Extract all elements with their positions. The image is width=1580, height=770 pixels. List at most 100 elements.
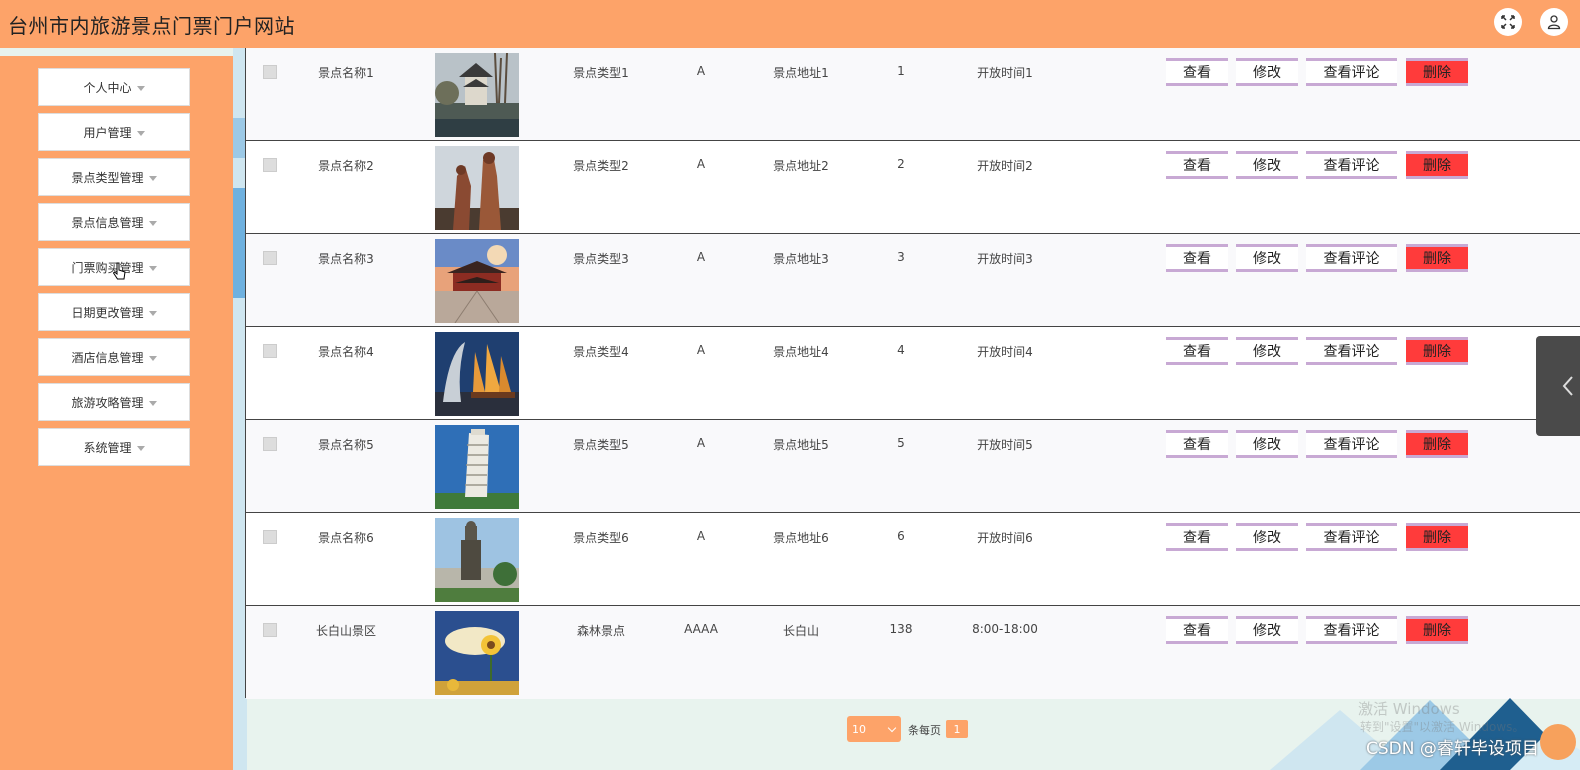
collapse-panel-tab[interactable] bbox=[1536, 336, 1580, 436]
view-comments-button[interactable]: 查看评论 bbox=[1306, 151, 1397, 179]
spot-type: 森林景点 bbox=[576, 624, 625, 638]
spot-number: 6 bbox=[897, 529, 905, 543]
spot-address: 长白山 bbox=[782, 624, 819, 638]
menu-item-hotel-info-management[interactable]: 酒店信息管理 bbox=[38, 338, 190, 376]
caret-down-icon bbox=[136, 130, 145, 136]
row-checkbox[interactable] bbox=[263, 530, 277, 544]
menu-item-label: 系统管理 bbox=[83, 440, 132, 455]
spot-image bbox=[435, 332, 519, 416]
spot-level: AAAA bbox=[684, 622, 718, 636]
table-row: 景点名称6 景点类型6 A 景点地址6 6 开放时间6 查看 修改 查看评论 删… bbox=[246, 513, 1580, 606]
edit-button[interactable]: 修改 bbox=[1236, 244, 1298, 272]
view-button[interactable]: 查看 bbox=[1166, 523, 1228, 551]
view-button[interactable]: 查看 bbox=[1166, 616, 1228, 644]
menu-item-date-change-management[interactable]: 日期更改管理 bbox=[38, 293, 190, 331]
spot-image bbox=[435, 239, 519, 323]
view-comments-button[interactable]: 查看评论 bbox=[1306, 58, 1397, 86]
row-checkbox[interactable] bbox=[263, 251, 277, 265]
chevron-down-icon bbox=[887, 723, 897, 733]
delete-button[interactable]: 删除 bbox=[1406, 337, 1468, 365]
spot-number: 138 bbox=[889, 622, 913, 636]
menu-item-label: 个人中心 bbox=[83, 80, 132, 95]
table-row: 景点名称5 景点类型5 A 景点地址5 5 开放时间5 查看 修改 查看评论 删… bbox=[246, 420, 1580, 513]
view-comments-button[interactable]: 查看评论 bbox=[1306, 523, 1397, 551]
back-to-top-button[interactable] bbox=[1540, 724, 1576, 760]
table-row: 长白山景区 森林景点 AAAA 长白山 138 8:00-18:00 查看 修改… bbox=[246, 606, 1580, 699]
edit-button[interactable]: 修改 bbox=[1236, 523, 1298, 551]
caret-down-icon bbox=[148, 175, 157, 181]
view-comments-button[interactable]: 查看评论 bbox=[1306, 616, 1397, 644]
table-row: 景点名称2 景点类型2 A 景点地址2 2 开放时间2 查看 修改 查看评论 删… bbox=[246, 141, 1580, 234]
menu-item-label: 旅游攻略管理 bbox=[71, 395, 144, 410]
spot-level: A bbox=[696, 343, 706, 357]
spot-address: 景点地址1 bbox=[773, 66, 829, 80]
delete-button[interactable]: 删除 bbox=[1406, 58, 1468, 86]
caret-down-icon bbox=[148, 310, 157, 316]
row-checkbox[interactable] bbox=[263, 158, 277, 172]
edit-button[interactable]: 修改 bbox=[1236, 430, 1298, 458]
menu-item-label: 景点信息管理 bbox=[71, 215, 144, 230]
user-button[interactable] bbox=[1540, 8, 1568, 36]
per-page-label: 条每页 bbox=[908, 724, 941, 737]
table-row: 景点名称3 景点类型3 A 景点地址3 3 开放时间3 查看 修改 查看评论 删… bbox=[246, 234, 1580, 327]
page-size-select[interactable]: 10 bbox=[847, 716, 901, 742]
caret-down-icon bbox=[148, 355, 157, 361]
menu-item-user-management[interactable]: 用户管理 bbox=[38, 113, 190, 151]
edit-button[interactable]: 修改 bbox=[1236, 616, 1298, 644]
view-comments-button[interactable]: 查看评论 bbox=[1306, 430, 1397, 458]
spot-type: 景点类型1 bbox=[573, 66, 629, 80]
spot-number: 2 bbox=[897, 157, 905, 171]
spot-name: 景点名称4 bbox=[318, 345, 374, 359]
spot-level: A bbox=[696, 157, 706, 171]
menu-item-travel-guide-management[interactable]: 旅游攻略管理 bbox=[38, 383, 190, 421]
site-title: 台州市内旅游景点门票门户网站 bbox=[8, 13, 295, 38]
spot-open-time: 开放时间2 bbox=[977, 159, 1033, 173]
spot-open-time: 开放时间5 bbox=[977, 438, 1033, 452]
spot-address: 景点地址4 bbox=[773, 345, 829, 359]
spot-level: A bbox=[696, 529, 706, 543]
menu-item-label: 用户管理 bbox=[83, 125, 132, 140]
menu-item-personal-center[interactable]: 个人中心 bbox=[38, 68, 190, 106]
edit-button[interactable]: 修改 bbox=[1236, 151, 1298, 179]
spot-number: 3 bbox=[897, 250, 905, 264]
caret-down-icon bbox=[136, 445, 145, 451]
spot-address: 景点地址6 bbox=[773, 531, 829, 545]
menu-item-spot-info-management[interactable]: 景点信息管理 bbox=[38, 203, 190, 241]
edit-button[interactable]: 修改 bbox=[1236, 337, 1298, 365]
view-button[interactable]: 查看 bbox=[1166, 430, 1228, 458]
fullscreen-button[interactable] bbox=[1494, 8, 1522, 36]
spot-image bbox=[435, 518, 519, 602]
spot-open-time: 8:00-18:00 bbox=[972, 622, 1038, 636]
menu-item-spot-type-management[interactable]: 景点类型管理 bbox=[38, 158, 190, 196]
row-checkbox[interactable] bbox=[263, 623, 277, 637]
chevron-left-icon bbox=[1562, 376, 1573, 396]
row-checkbox[interactable] bbox=[263, 344, 277, 358]
page-size-value: 10 bbox=[852, 722, 866, 736]
spot-level: A bbox=[696, 436, 706, 450]
spot-type: 景点类型6 bbox=[573, 531, 629, 545]
view-button[interactable]: 查看 bbox=[1166, 58, 1228, 86]
row-checkbox[interactable] bbox=[263, 65, 277, 79]
delete-button[interactable]: 删除 bbox=[1406, 616, 1468, 644]
menu-item-system-management[interactable]: 系统管理 bbox=[38, 428, 190, 466]
delete-button[interactable]: 删除 bbox=[1406, 151, 1468, 179]
view-button[interactable]: 查看 bbox=[1166, 151, 1228, 179]
view-button[interactable]: 查看 bbox=[1166, 244, 1228, 272]
view-comments-button[interactable]: 查看评论 bbox=[1306, 337, 1397, 365]
top-header: 台州市内旅游景点门票门户网站 bbox=[0, 0, 1580, 48]
caret-down-icon bbox=[148, 400, 157, 406]
delete-button[interactable]: 删除 bbox=[1406, 523, 1468, 551]
delete-button[interactable]: 删除 bbox=[1406, 244, 1468, 272]
row-checkbox[interactable] bbox=[263, 437, 277, 451]
edit-button[interactable]: 修改 bbox=[1236, 58, 1298, 86]
spot-address: 景点地址2 bbox=[773, 159, 829, 173]
spot-address: 景点地址5 bbox=[773, 438, 829, 452]
delete-button[interactable]: 删除 bbox=[1406, 430, 1468, 458]
view-button[interactable]: 查看 bbox=[1166, 337, 1228, 365]
view-comments-button[interactable]: 查看评论 bbox=[1306, 244, 1397, 272]
page-number-button[interactable]: 1 bbox=[946, 720, 968, 738]
windows-activation-watermark: 激活 Windows bbox=[1358, 700, 1460, 718]
spot-open-time: 开放时间1 bbox=[977, 66, 1033, 80]
menu-item-label: 酒店信息管理 bbox=[71, 350, 144, 365]
spot-name: 景点名称3 bbox=[318, 252, 374, 266]
